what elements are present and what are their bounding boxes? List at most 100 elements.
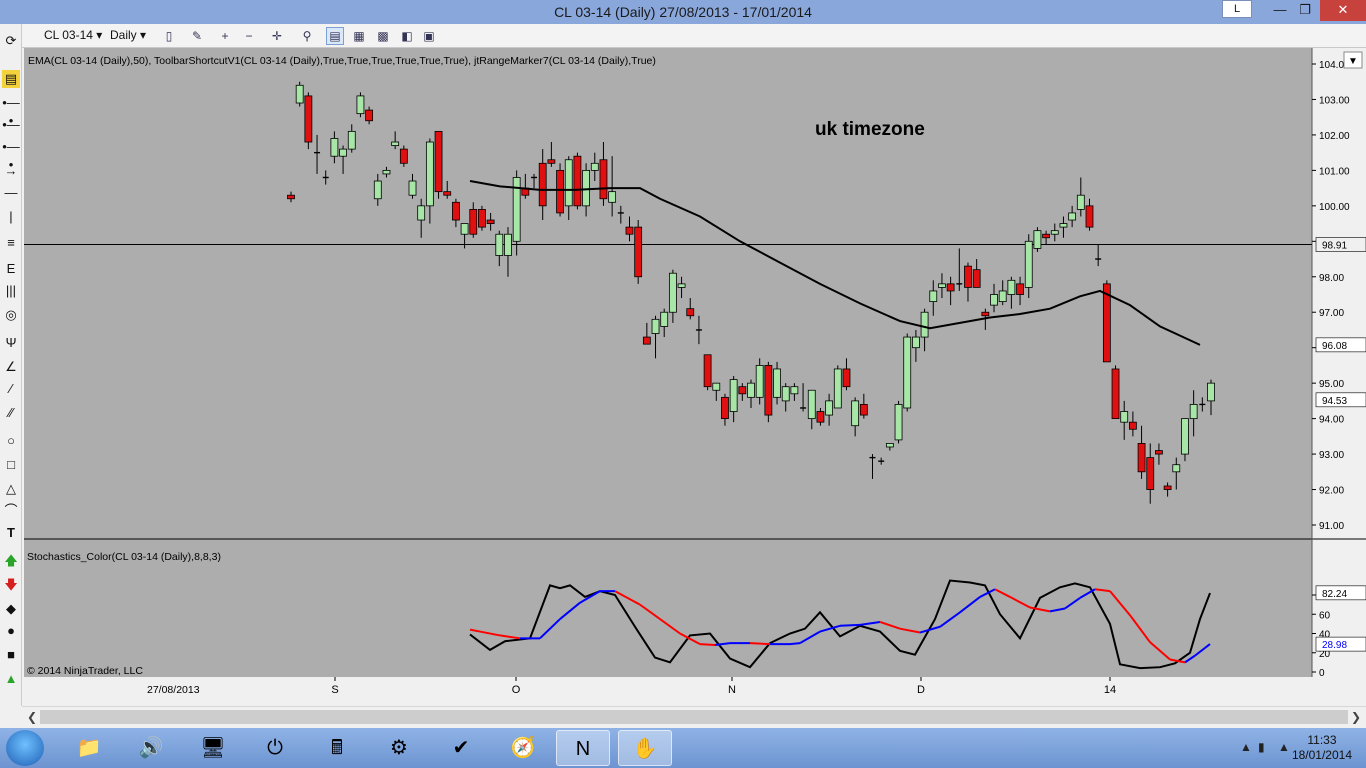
stoch-tick-label: 0 bbox=[1319, 668, 1325, 679]
last-price-marker: 94.53 bbox=[1322, 396, 1347, 407]
minimize-button[interactable]: — bbox=[1266, 0, 1294, 21]
safari-icon[interactable]: 🧭 bbox=[496, 730, 550, 766]
fib-circle-icon[interactable]: ◎ bbox=[2, 306, 20, 324]
close-button[interactable]: ✕ bbox=[1320, 0, 1366, 21]
extended-line-icon[interactable]: → bbox=[2, 162, 20, 180]
show-hidden-icon[interactable]: ▲ bbox=[1240, 740, 1252, 754]
calculator-icon[interactable]: 🖩 bbox=[310, 730, 364, 766]
rectangle-icon[interactable]: □ bbox=[2, 456, 20, 474]
candle-body bbox=[816, 411, 825, 423]
data-box-icon[interactable]: ▤ bbox=[326, 27, 344, 45]
vertical-line-icon[interactable]: | bbox=[2, 208, 20, 226]
scroll-thumb[interactable] bbox=[40, 710, 1348, 724]
candle-body bbox=[912, 336, 920, 349]
scroll-left-icon[interactable]: ❮ bbox=[24, 709, 40, 725]
price-chart[interactable]: 104.0103.00102.00101.00100.0099.0098.009… bbox=[22, 48, 1366, 708]
candle-body bbox=[773, 368, 781, 398]
horizontal-scrollbar[interactable]: ❮ ❯ bbox=[22, 706, 1366, 726]
dot-icon[interactable]: ● bbox=[2, 622, 20, 640]
clock[interactable]: 11:33 18/01/2014 bbox=[1292, 733, 1352, 763]
hline-price-marker: 98.91 bbox=[1322, 240, 1347, 251]
price-tick-label: 97.00 bbox=[1319, 308, 1344, 319]
fib-time-icon[interactable]: ||| bbox=[2, 282, 20, 300]
triangle-icon[interactable]: △ bbox=[2, 480, 20, 498]
regression-channel-icon[interactable]: ⁄ bbox=[2, 380, 20, 398]
ellipse-icon[interactable]: ○ bbox=[2, 432, 20, 450]
speaker-app-icon[interactable]: 🔊 bbox=[124, 730, 178, 766]
file-explorer-icon[interactable]: 📁 bbox=[62, 730, 116, 766]
arrow-down-icon[interactable]: 🡇 bbox=[2, 576, 20, 594]
square-icon[interactable]: ■ bbox=[2, 646, 20, 664]
start-button[interactable] bbox=[6, 730, 44, 766]
candle-body bbox=[998, 290, 1007, 302]
annotation-text[interactable]: uk timezone bbox=[815, 119, 925, 140]
crosshair-icon[interactable]: ✛ bbox=[268, 27, 286, 45]
scroll-right-icon[interactable]: ❯ bbox=[1348, 709, 1364, 725]
candle-body bbox=[790, 386, 799, 395]
strategies-icon[interactable]: ▩ bbox=[374, 27, 392, 45]
triangle-up-icon[interactable]: ▲ bbox=[2, 670, 20, 688]
templates-icon[interactable]: ▣ bbox=[420, 27, 438, 45]
start-date-label: 27/08/2013 bbox=[147, 684, 200, 696]
candle-body bbox=[668, 272, 677, 313]
stoch-tick-label: 60 bbox=[1319, 610, 1331, 621]
pencil-icon[interactable]: ✎ bbox=[188, 27, 206, 45]
candle-body bbox=[443, 191, 452, 196]
candle-body bbox=[1042, 233, 1050, 239]
instrument-selector[interactable]: CL 03-14 ▾ bbox=[44, 28, 102, 42]
time-tick-label: N bbox=[728, 684, 736, 696]
candle-body bbox=[981, 311, 990, 317]
period-selector[interactable]: Daily ▾ bbox=[110, 28, 146, 42]
keyboard-indicator[interactable]: L bbox=[1222, 0, 1252, 18]
candle-body bbox=[1137, 443, 1146, 473]
power-icon[interactable]: ⏻ bbox=[248, 730, 302, 766]
arc-icon[interactable]: ⌒ bbox=[2, 502, 20, 520]
candle bbox=[434, 130, 443, 199]
gann-fan-icon[interactable]: ∠ bbox=[2, 358, 20, 376]
candle-body bbox=[556, 169, 564, 214]
control-panel-icon[interactable]: 🖥 bbox=[186, 730, 240, 766]
chevron-down-icon: ▼ bbox=[1348, 56, 1358, 67]
candle-body bbox=[851, 400, 860, 427]
ccleaner-icon[interactable]: ✔ bbox=[434, 730, 488, 766]
trend-channel-icon[interactable]: ⁄⁄ bbox=[2, 404, 20, 422]
arrow-up-icon[interactable]: 🡅 bbox=[2, 552, 20, 570]
candle-body bbox=[486, 219, 495, 224]
zoom-in-icon[interactable]: + bbox=[216, 27, 234, 45]
candle-body bbox=[1085, 205, 1094, 228]
ray-icon[interactable]: •—• bbox=[2, 138, 20, 172]
candle-body bbox=[1050, 230, 1059, 235]
stoch-d-segment bbox=[699, 643, 716, 647]
browser-icon[interactable]: ⚙ bbox=[372, 730, 426, 766]
fib-retracement-icon[interactable]: ≡ bbox=[2, 234, 20, 252]
chart-area[interactable]: 104.0103.00102.00101.00100.0099.0098.009… bbox=[22, 48, 1366, 708]
line-icon[interactable]: •— bbox=[2, 116, 20, 134]
properties-icon[interactable]: ◧ bbox=[398, 27, 416, 45]
cursor-icon[interactable]: ⟳ bbox=[2, 32, 20, 50]
fib-extension-icon[interactable]: E bbox=[2, 260, 20, 278]
indicators-icon[interactable]: ▦ bbox=[350, 27, 368, 45]
ruler-icon[interactable]: ▤ bbox=[2, 70, 20, 88]
stoch-d-segment bbox=[789, 642, 801, 646]
risk-reward-icon[interactable]: •—• bbox=[2, 94, 20, 128]
hand-app-icon[interactable]: ✋ bbox=[618, 730, 672, 766]
candle bbox=[478, 205, 486, 231]
zoom-out-icon[interactable]: − bbox=[240, 27, 258, 45]
candle-body bbox=[764, 365, 773, 416]
candle-body bbox=[825, 400, 834, 416]
candle-body bbox=[807, 389, 816, 420]
signal-icon[interactable]: ▲ bbox=[1278, 740, 1290, 754]
candle-body bbox=[538, 162, 547, 207]
battery-icon[interactable]: ▮ bbox=[1258, 740, 1265, 754]
horizontal-line-icon[interactable]: — bbox=[2, 184, 20, 202]
ninjatrader-icon[interactable]: N bbox=[556, 730, 610, 766]
magnifier-icon[interactable]: ⚲ bbox=[298, 27, 316, 45]
candle-body bbox=[859, 404, 868, 416]
andrews-pitchfork-icon[interactable]: Ψ bbox=[2, 334, 20, 352]
candle-body bbox=[339, 148, 347, 157]
candle-body bbox=[721, 396, 729, 420]
diamond-icon[interactable]: ◆ bbox=[2, 600, 20, 618]
chart-style-icon[interactable]: ▯ bbox=[160, 27, 178, 45]
maximize-button[interactable]: ❐ bbox=[1291, 0, 1319, 21]
text-icon[interactable]: T bbox=[2, 524, 20, 542]
